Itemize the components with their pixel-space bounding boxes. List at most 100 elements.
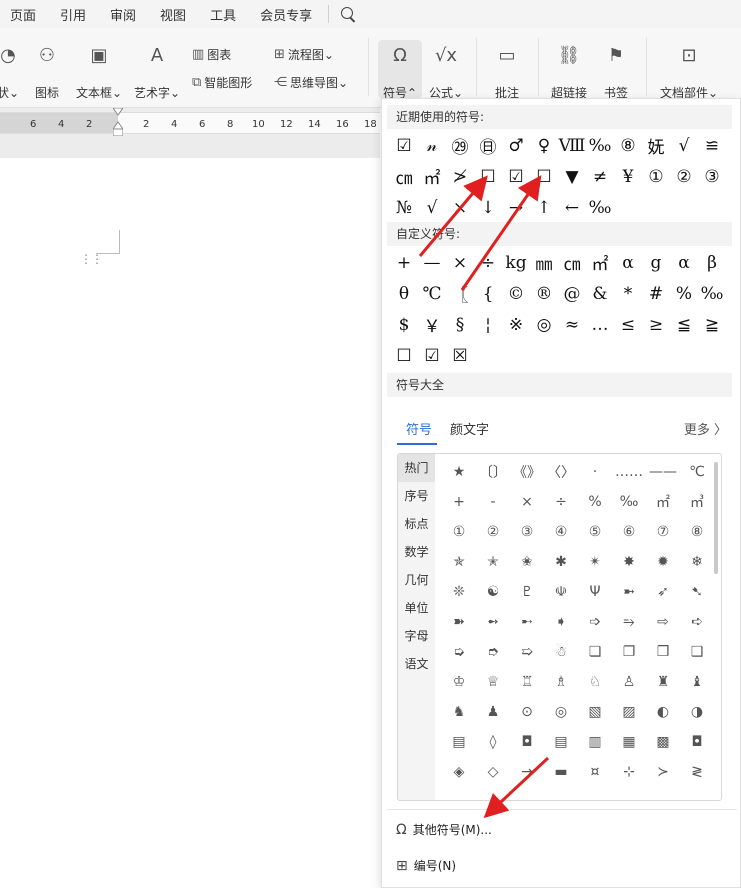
- recent-symbol[interactable]: ←: [558, 192, 586, 223]
- custom-symbol[interactable]: ㎜: [530, 247, 558, 278]
- custom-symbol[interactable]: *: [614, 278, 642, 309]
- hot-symbol[interactable]: ➧: [544, 607, 578, 637]
- custom-symbol[interactable]: ÷: [474, 247, 502, 278]
- hot-symbol[interactable]: 〔〕: [476, 457, 510, 487]
- hot-symbol[interactable]: %: [578, 487, 612, 517]
- custom-symbol[interactable]: ◎: [530, 309, 558, 340]
- hot-symbol[interactable]: ➶: [646, 577, 680, 607]
- recent-symbol[interactable]: ☑: [390, 130, 418, 161]
- recent-symbol[interactable]: ≠: [586, 161, 614, 192]
- recent-symbol[interactable]: №: [390, 192, 418, 223]
- hot-symbol[interactable]: ➼: [612, 577, 646, 607]
- hot-symbol[interactable]: ◘: [680, 727, 714, 757]
- menu-references[interactable]: 引用: [48, 5, 98, 24]
- recent-symbol[interactable]: ㎡: [418, 161, 446, 192]
- recent-symbol[interactable]: ①: [642, 161, 670, 192]
- drag-handle-icon[interactable]: ⋮⋮: [80, 253, 103, 265]
- hot-symbol[interactable]: ☯: [476, 577, 510, 607]
- hot-symbol[interactable]: ▤: [442, 727, 476, 757]
- custom-symbol[interactable]: $: [390, 309, 418, 340]
- recent-symbol[interactable]: ‰: [586, 130, 614, 161]
- recent-symbol[interactable]: ☑: [502, 161, 530, 192]
- hot-symbol[interactable]: ➻: [476, 607, 510, 637]
- hot-symbol[interactable]: ¤: [578, 757, 612, 787]
- hot-symbol[interactable]: ×: [510, 487, 544, 517]
- custom-symbol[interactable]: ☒: [446, 340, 474, 371]
- custom-symbol[interactable]: §: [446, 309, 474, 340]
- custom-symbol[interactable]: %: [670, 278, 698, 309]
- custom-symbol[interactable]: …: [586, 309, 614, 340]
- custom-symbol[interactable]: kg: [502, 247, 530, 278]
- custom-symbol[interactable]: ×: [446, 247, 474, 278]
- recent-symbol[interactable]: ↑: [530, 192, 558, 223]
- hot-symbol[interactable]: ✬: [510, 547, 544, 577]
- mindmap-button[interactable]: ⋲ 思维导图⌄: [274, 74, 348, 91]
- hot-symbol[interactable]: ✹: [646, 547, 680, 577]
- hot-symbol[interactable]: ◘: [510, 727, 544, 757]
- custom-symbol[interactable]: ℃: [418, 278, 446, 309]
- hot-symbol[interactable]: ☫: [544, 577, 578, 607]
- recent-symbol[interactable]: ¥: [614, 161, 642, 192]
- custom-symbol[interactable]: ¦: [474, 309, 502, 340]
- hot-symbol[interactable]: ⑧: [680, 517, 714, 547]
- custom-symbol[interactable]: ㎝: [558, 247, 586, 278]
- recent-symbol[interactable]: ♂: [502, 130, 530, 161]
- hot-symbol[interactable]: ♕: [476, 667, 510, 697]
- custom-symbol[interactable]: ≤: [614, 309, 642, 340]
- hot-symbol[interactable]: ◎: [544, 697, 578, 727]
- tab-symbols[interactable]: 符号: [406, 419, 432, 438]
- hot-symbol[interactable]: Ψ: [578, 577, 612, 607]
- hot-symbol[interactable]: ◑: [680, 697, 714, 727]
- hot-symbol[interactable]: 《》: [510, 457, 544, 487]
- hot-symbol[interactable]: ♘: [578, 667, 612, 697]
- hot-symbol[interactable]: ♞: [442, 697, 476, 727]
- hot-symbol[interactable]: ❏: [578, 637, 612, 667]
- symbol-button[interactable]: Ω 符号⌃: [378, 42, 422, 102]
- hot-symbol[interactable]: ▦: [612, 727, 646, 757]
- custom-symbol[interactable]: ￥: [418, 309, 446, 340]
- hot-symbol[interactable]: ➯: [510, 637, 544, 667]
- hot-symbol[interactable]: ◐: [646, 697, 680, 727]
- hot-symbol[interactable]: ⑦: [646, 517, 680, 547]
- more-link[interactable]: 更多 〉: [684, 419, 727, 438]
- custom-symbol[interactable]: ※: [502, 309, 530, 340]
- hot-symbol[interactable]: ➷: [680, 577, 714, 607]
- custom-symbol[interactable]: ㎡: [586, 247, 614, 278]
- category-item[interactable]: 热门: [398, 454, 435, 482]
- hot-symbol[interactable]: 〈〉: [544, 457, 578, 487]
- hot-symbol[interactable]: ——: [646, 457, 680, 487]
- numbering-button[interactable]: ⊞ 编号(N): [396, 857, 456, 874]
- recent-symbol[interactable]: ↓: [474, 192, 502, 223]
- category-item[interactable]: 序号: [398, 482, 435, 510]
- hot-symbol[interactable]: ♙: [612, 667, 646, 697]
- chart-button[interactable]: ▥ 图表: [192, 46, 231, 63]
- recent-symbol[interactable]: ▼: [558, 161, 586, 192]
- other-symbols-button[interactable]: Ω 其他符号(M)...: [396, 821, 492, 838]
- hot-symbol[interactable]: ➽: [442, 607, 476, 637]
- category-item[interactable]: 几何: [398, 566, 435, 594]
- hyperlink-button[interactable]: ⛓ 超链接: [549, 42, 589, 102]
- recent-symbol[interactable]: 𝓃: [418, 130, 446, 161]
- hot-symbol[interactable]: ④: [544, 517, 578, 547]
- hot-symbol[interactable]: →: [510, 757, 544, 787]
- hot-symbol[interactable]: ✯: [442, 547, 476, 577]
- hot-symbol[interactable]: ♔: [442, 667, 476, 697]
- custom-symbol[interactable]: +: [390, 247, 418, 278]
- formula-button[interactable]: √x 公式⌄: [424, 42, 468, 102]
- custom-symbol[interactable]: —: [418, 247, 446, 278]
- hot-symbol[interactable]: ➮: [476, 637, 510, 667]
- hot-symbol[interactable]: ❒: [646, 637, 680, 667]
- custom-symbol[interactable]: β: [698, 247, 726, 278]
- hot-symbol[interactable]: ◊: [476, 727, 510, 757]
- hot-symbol[interactable]: ⊙: [510, 697, 544, 727]
- recent-symbol[interactable]: ②: [670, 161, 698, 192]
- hot-symbol[interactable]: ≻: [646, 757, 680, 787]
- hot-symbol[interactable]: ✭: [476, 547, 510, 577]
- hot-symbol[interactable]: ②: [476, 517, 510, 547]
- hot-symbol[interactable]: ㎡: [646, 487, 680, 517]
- recent-symbol[interactable]: ≯: [446, 161, 474, 192]
- custom-symbol[interactable]: α: [670, 247, 698, 278]
- custom-symbol[interactable]: ≈: [558, 309, 586, 340]
- custom-symbol[interactable]: ®: [530, 278, 558, 309]
- hot-symbol[interactable]: ÷: [544, 487, 578, 517]
